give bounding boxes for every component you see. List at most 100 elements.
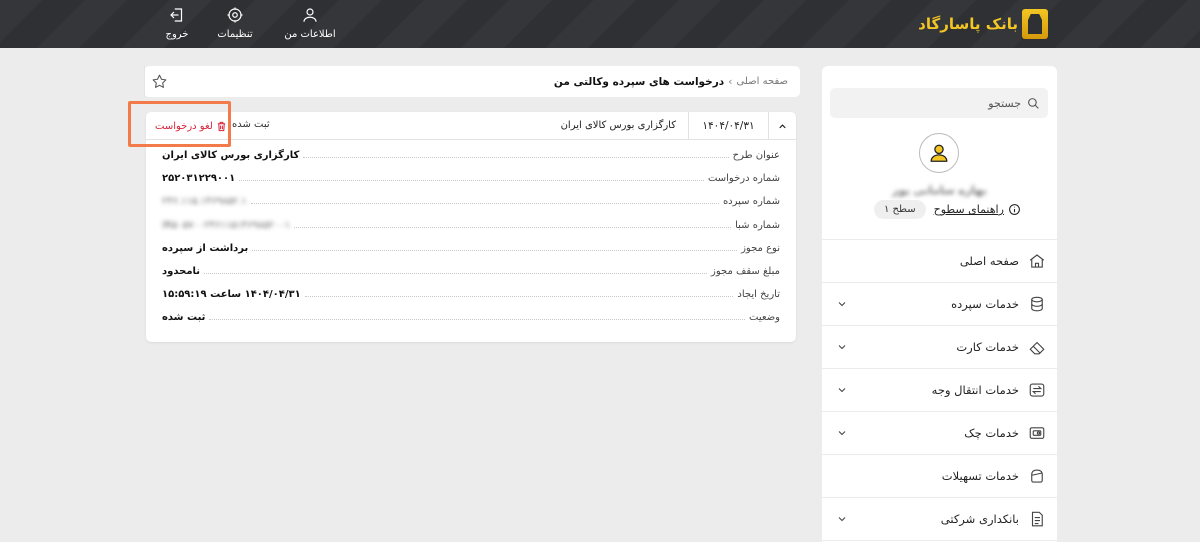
chevron-down-icon [838,431,846,436]
request-card: ۱۴۰۴/۰۴/۳۱ کارگزاری بورس کالای ایران ثبت… [146,112,796,342]
breadcrumb: صفحه اصلی › درخواست های سپرده وکالتی من [144,66,800,97]
sidebar-item-label: خدمات چک [964,426,1019,440]
sidebar-item-label: خدمات سپرده [951,297,1019,311]
avatar[interactable] [919,133,959,173]
gear-icon [227,7,243,23]
document-icon [1027,509,1047,529]
detail-label: وضعیت [749,312,780,324]
sidebar-menu: صفحه اصلی خدمات سپرده خدمات کارت خدمات ا… [822,239,1057,541]
logo-mark-icon [1022,9,1048,39]
dotted-leader [204,273,708,275]
user-icon [303,8,317,22]
cancel-request-label: لغو درخواست [155,120,213,132]
detail-value: نامحدود [162,266,201,278]
level-badge: سطح ۱ [874,200,926,219]
home-icon [1027,251,1047,271]
dotted-leader [250,203,719,205]
trash-icon [217,121,225,131]
sidebar-item-label: خدمات کارت [956,340,1019,354]
dotted-leader [294,226,732,228]
detail-row-created-date: تاریخ ایجاد ۱۴۰۴/۰۴/۳۱ ساعت ۱۵:۵۹:۱۹ [162,283,780,306]
my-info-button[interactable]: اطلاعات من [280,6,340,40]
star-icon [152,74,167,88]
transfer-icon [1027,380,1047,400]
search-input[interactable] [838,96,1021,110]
favorite-button[interactable] [144,66,174,97]
detail-value: ثبت شده [162,312,206,324]
dotted-leader [209,319,746,321]
detail-row-deposit-number: شماره سپرده ۲۴۶.۱۱۵.۱۴۶۹۸۵۲.۱ [162,190,780,213]
cheque-icon [1027,423,1047,443]
logout-button[interactable]: خروج [150,6,204,40]
info-icon [1009,204,1020,215]
chevron-down-icon [838,345,846,350]
user-avatar-icon [930,144,948,162]
detail-row-request-number: شماره درخواست ۲۵۲۰۳۱۲۲۹۰۰۱ [162,167,780,190]
sidebar-item-deposit-services[interactable]: خدمات سپرده [822,283,1057,326]
top-bar: بانک پاسارگاد خروج تنظیمات اطلاعات من [0,0,1200,48]
search-icon [1028,97,1039,109]
sidebar-item-facility-services[interactable]: خدمات تسهیلات [822,455,1057,498]
detail-label: شماره درخواست [707,173,780,185]
request-details: عنوان طرح کارگزاری بورس کالای ایران شمار… [162,144,780,330]
card-icon [1027,337,1047,357]
levels-guide-label: راهنمای سطوح [933,203,1004,216]
detail-value: کارگزاری بورس کالای ایران [162,150,300,162]
sidebar-item-corporate-banking[interactable]: بانکداری شرکتی [822,498,1057,541]
levels-guide-link[interactable]: راهنمای سطوح [934,203,1021,216]
my-info-label: اطلاعات من [284,29,336,40]
request-card-header: ۱۴۰۴/۰۴/۳۱ کارگزاری بورس کالای ایران ثبت… [146,112,796,140]
chevron-down-icon [838,302,846,307]
detail-label: عنوان طرح [732,150,780,162]
dotted-leader [303,157,729,159]
detail-value: ۲۵۲۰۳۱۲۲۹۰۰۱ [162,173,236,185]
level-row: راهنمای سطوح سطح ۱ [874,200,1021,219]
detail-row-iban: شماره شبا IR۵۰۵۷۰۰۲۴۶۱۱۵۱۴۶۹۸۵۲۰۰۱ [162,214,780,237]
detail-label: تاریخ ایجاد [737,289,780,301]
detail-row-permit-cap: مبلغ سقف مجوز نامحدود [162,260,780,283]
sidebar: بهاره سامانی پور راهنمای سطوح سطح ۱ صفحه… [822,66,1057,542]
page-title: درخواست های سپرده وکالتی من [553,75,725,88]
detail-value: ۲۴۶.۱۱۵.۱۴۶۹۸۵۲.۱ [162,196,247,208]
chevron-down-icon [838,388,846,393]
request-broker: کارگزاری بورس کالای ایران [560,120,676,131]
detail-label: شماره سپرده [722,196,780,208]
cancel-request-button[interactable]: لغو درخواست [150,116,232,136]
detail-value: ۱۴۰۴/۰۴/۳۱ ساعت ۱۵:۵۹:۱۹ [162,289,301,301]
sidebar-item-home[interactable]: صفحه اصلی [822,240,1057,283]
coins-icon [1027,294,1047,314]
logo-text: بانک پاسارگاد [918,15,1018,33]
top-actions: خروج تنظیمات اطلاعات من [150,6,340,40]
dotted-leader [252,249,738,251]
sidebar-item-label: خدمات تسهیلات [941,469,1019,483]
sidebar-item-card-services[interactable]: خدمات کارت [822,326,1057,369]
detail-label: مبلغ سقف مجوز [711,266,780,278]
sidebar-item-label: صفحه اصلی [959,254,1019,268]
detail-label: نوع مجوز [741,242,780,254]
detail-row-status: وضعیت ثبت شده [162,306,780,329]
chevron-down-icon [838,517,846,522]
facility-icon [1027,466,1047,486]
detail-row-permit-type: نوع مجوز برداشت از سپرده [162,237,780,260]
detail-row-plan-title: عنوان طرح کارگزاری بورس کالای ایران [162,144,780,167]
sidebar-item-label: خدمات انتقال وجه [931,383,1019,397]
bank-logo[interactable]: بانک پاسارگاد [918,8,1048,40]
detail-value: IR۵۰۵۷۰۰۲۴۶۱۱۵۱۴۶۹۸۵۲۰۰۱ [162,219,291,231]
dotted-leader [304,296,734,298]
settings-label: تنظیمات [217,29,253,40]
dotted-leader [239,180,704,182]
collapse-button[interactable] [768,112,796,140]
sidebar-item-label: بانکداری شرکتی [940,512,1019,526]
chevron-up-icon [779,123,786,128]
settings-button[interactable]: تنظیمات [204,6,266,40]
request-status: ثبت شده [232,119,270,130]
logout-label: خروج [165,29,189,40]
search-box [830,88,1048,118]
breadcrumb-home-link[interactable]: صفحه اصلی [737,76,788,87]
detail-value: برداشت از سپرده [162,242,249,254]
sidebar-item-transfer-services[interactable]: خدمات انتقال وجه [822,369,1057,412]
logout-icon [170,8,183,22]
breadcrumb-separator: › [728,75,733,88]
detail-label: شماره شبا [735,219,780,231]
sidebar-item-cheque-services[interactable]: خدمات چک [822,412,1057,455]
